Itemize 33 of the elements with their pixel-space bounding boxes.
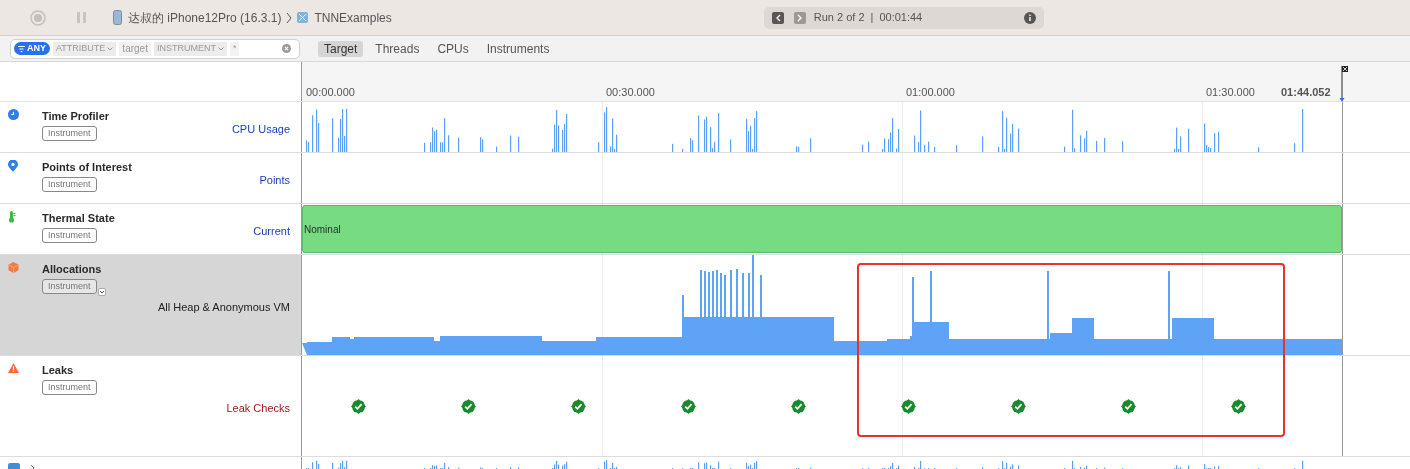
instrument-tag: Instrument xyxy=(42,228,97,243)
ruler-label: 01:30.000 xyxy=(1206,85,1255,100)
device-name[interactable]: 达叔的 iPhone12Pro (16.3.1) xyxy=(128,8,282,27)
track-name: Points of Interest xyxy=(42,160,132,175)
track-detail[interactable]: Leak Checks xyxy=(226,400,290,417)
run-label: Run 2 of 2 xyxy=(813,10,865,26)
tab[interactable]: Instruments xyxy=(480,40,556,57)
instrument-tag: Instrument xyxy=(42,380,97,395)
tab[interactable]: Threads xyxy=(369,40,426,57)
ruler-label: 00:00.000 xyxy=(306,85,355,100)
track-detail[interactable]: Points xyxy=(259,172,290,189)
track-name: Time Profiler xyxy=(42,109,110,124)
track-name: Allocations xyxy=(42,262,102,277)
track-name: Leaks xyxy=(42,363,74,378)
track-detail[interactable]: CPU Usage xyxy=(231,121,290,138)
ruler-label: 01:00.000 xyxy=(906,85,955,100)
instrument-tag: Instrument xyxy=(42,177,97,192)
tab[interactable]: CPUs xyxy=(431,40,475,57)
target-name[interactable]: TNNExamples xyxy=(314,8,392,27)
track-detail[interactable]: Current xyxy=(253,223,290,240)
instrument-tag: Instrument xyxy=(42,126,97,141)
instrument-tag: Instrument xyxy=(42,279,97,294)
filter-field[interactable]: ANY ATTRIBUTE target INSTRUMENT * xyxy=(10,38,300,59)
track-detail[interactable]: All Heap & Anonymous VM xyxy=(157,299,290,316)
thermal-state-bar: Nominal xyxy=(302,205,1342,253)
any-filter-chip[interactable]: ANY xyxy=(14,42,50,55)
track-header[interactable]: Allocations Instrument All Heap & Anonymous VM xyxy=(0,255,302,355)
end-time-label: 01:44.052 xyxy=(1281,85,1331,100)
run-duration: 00:01:44 xyxy=(879,10,923,26)
ruler-label: 00:30.000 xyxy=(606,85,655,100)
run-separator: | xyxy=(870,10,874,26)
track-name: Thermal State xyxy=(42,211,115,226)
tab[interactable]: Target xyxy=(318,40,364,57)
